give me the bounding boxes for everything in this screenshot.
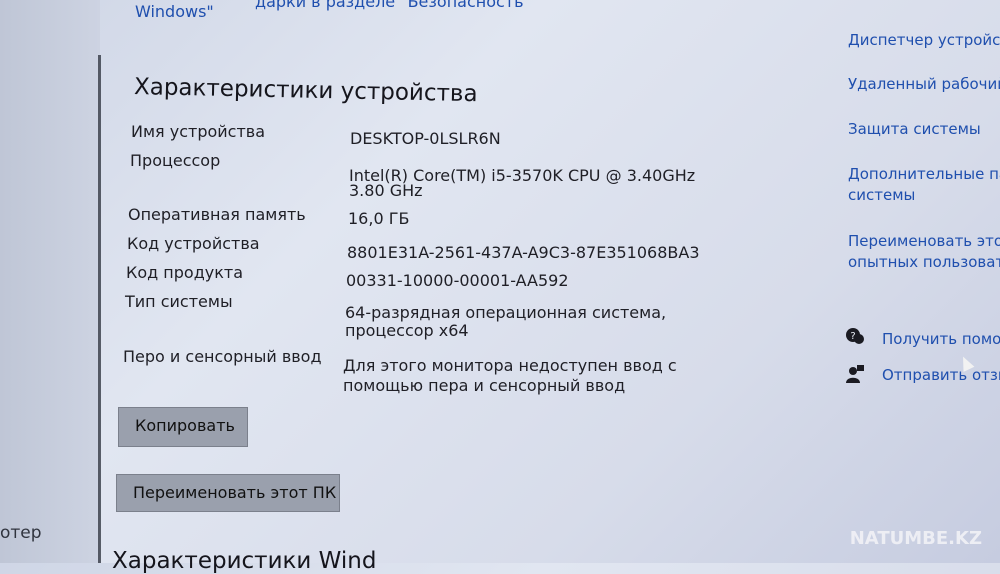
svg-text:?: ? — [850, 331, 855, 342]
spec-value: 16,0 ГБ — [348, 209, 410, 228]
rename-line2: опытных пользовате — [848, 253, 1000, 271]
rename-line1: Переименовать этот — [848, 232, 1000, 250]
spec-label: Тип системы — [125, 292, 233, 311]
help-icon: ? — [846, 328, 864, 344]
spec-value: процессор x64 — [345, 321, 469, 340]
pane-divider — [98, 55, 101, 563]
feedback-icon — [846, 365, 864, 383]
spec-label: Процессор — [130, 151, 221, 170]
spec-label: Код устройства — [127, 234, 260, 253]
spec-label: Перо и сенсорный ввод — [123, 347, 322, 366]
system-protection-link[interactable]: Защита системы — [848, 119, 981, 140]
copy-button[interactable]: Копировать — [118, 407, 248, 447]
windows-specs-heading: Характеристики Wind — [112, 548, 377, 574]
advanced-settings-line1: Дополнительные пар — [848, 165, 1000, 183]
spec-label: Код продукта — [126, 263, 244, 282]
send-feedback-link[interactable]: Отправить отзы — [882, 366, 1000, 384]
advanced-settings-line2: системы — [848, 186, 916, 204]
spec-value: помощью пера и сенсорный ввод — [343, 376, 626, 395]
device-manager-link[interactable]: Диспетчер устройс — [848, 30, 1000, 51]
spec-value: 00331-10000-00001-AA592 — [346, 271, 569, 290]
related-settings-pane: Диспетчер устройс Удаленный рабочий Защи… — [830, 0, 1000, 563]
spec-value: 3.80 GHz — [349, 181, 423, 200]
get-help-link[interactable]: Получить помощ — [882, 330, 1000, 348]
watermark: NATUMBE.KZ — [849, 528, 982, 549]
rename-pc-advanced-link[interactable]: Переименовать этот опытных пользовате — [848, 231, 1000, 273]
left-navigation-pane — [0, 0, 100, 563]
spec-label: Оперативная память — [128, 205, 306, 224]
left-nav-partial-item[interactable]: отер — [0, 523, 42, 543]
rename-pc-button[interactable]: Переименовать этот ПК — [116, 474, 340, 512]
remote-desktop-link[interactable]: Удаленный рабочий — [848, 74, 1000, 95]
windows-link[interactable]: Windows" — [135, 2, 214, 21]
security-link[interactable]: дарки в разделе "Безопасность — [255, 0, 524, 11]
spec-value: Для этого монитора недоступен ввод с — [343, 356, 677, 375]
advanced-settings-link[interactable]: Дополнительные пар системы — [848, 164, 1000, 206]
spec-value: DESKTOP-0LSLR6N — [350, 129, 501, 148]
spec-label: Имя устройства — [131, 122, 266, 141]
spec-value: 8801E31A-2561-437A-A9C3-87E351068BA3 — [347, 243, 700, 262]
page-title: Характеристики устройства — [133, 74, 478, 108]
